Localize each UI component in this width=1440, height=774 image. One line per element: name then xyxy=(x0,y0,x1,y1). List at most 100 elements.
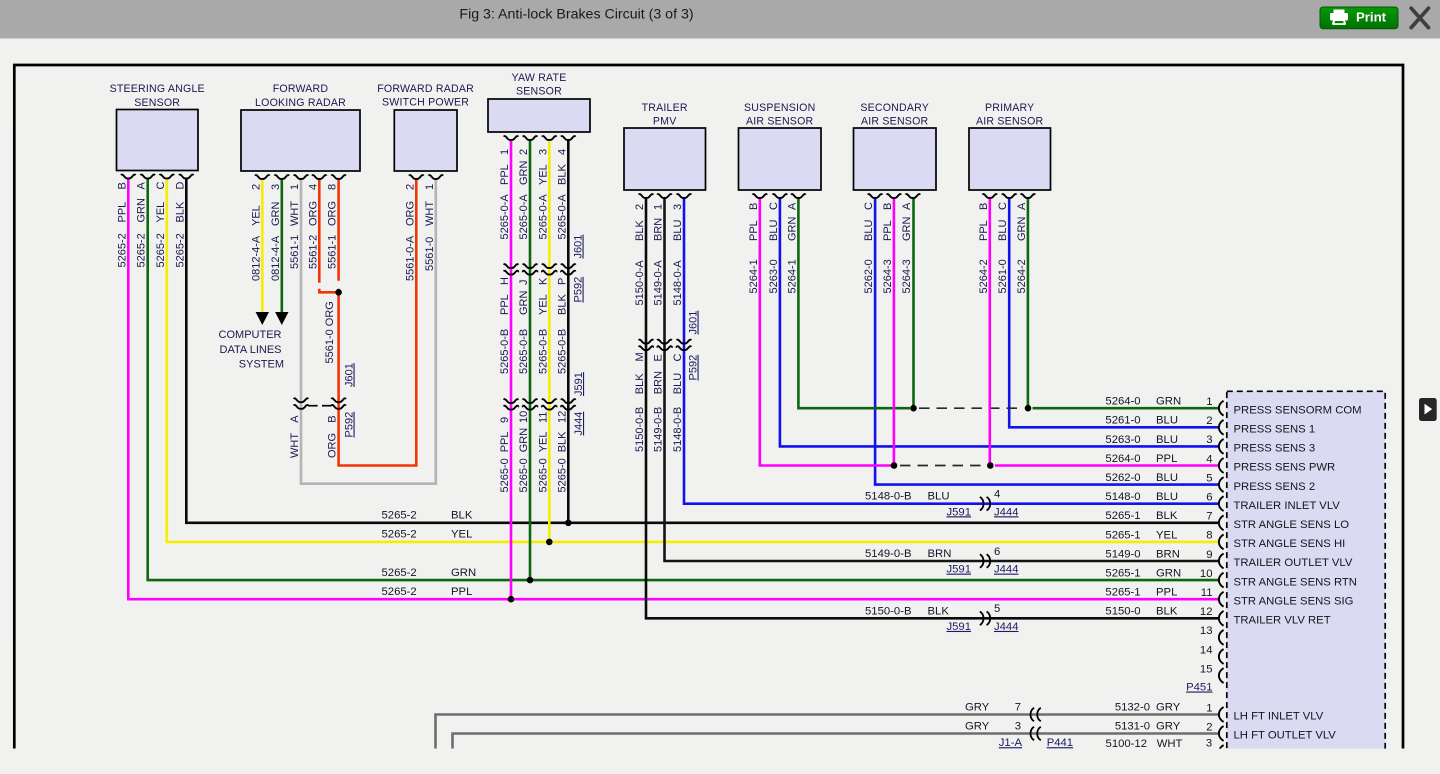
svg-text:P592: P592 xyxy=(573,277,585,303)
svg-text:LOOKING RADAR: LOOKING RADAR xyxy=(255,97,346,109)
svg-text:GRY: GRY xyxy=(1156,702,1181,714)
svg-text:12: 12 xyxy=(556,411,568,423)
svg-text:P592: P592 xyxy=(344,412,356,438)
svg-text:BRN: BRN xyxy=(928,548,952,560)
svg-text:E: E xyxy=(653,354,665,361)
svg-text:B: B xyxy=(978,203,990,210)
svg-text:YAW RATE: YAW RATE xyxy=(512,72,567,84)
svg-text:AIR SENSOR: AIR SENSOR xyxy=(976,116,1043,128)
svg-text:SWITCH POWER: SWITCH POWER xyxy=(382,97,469,109)
svg-text:WHT: WHT xyxy=(424,201,436,226)
svg-text:7: 7 xyxy=(1206,511,1212,523)
svg-text:J601: J601 xyxy=(344,363,356,387)
svg-text:BLK: BLK xyxy=(634,220,646,241)
svg-text:SYSTEM: SYSTEM xyxy=(239,359,284,371)
svg-text:GRN: GRN xyxy=(270,202,282,227)
svg-text:STR ANGLE SENS SIG: STR ANGLE SENS SIG xyxy=(1234,595,1354,607)
svg-text:BLK: BLK xyxy=(174,201,186,222)
svg-text:6: 6 xyxy=(994,546,1000,558)
svg-text:BLK: BLK xyxy=(1156,510,1178,522)
svg-text:J591: J591 xyxy=(947,564,972,576)
svg-text:5261-0: 5261-0 xyxy=(997,259,1009,293)
svg-text:GRN: GRN xyxy=(518,161,530,186)
svg-text:GRN: GRN xyxy=(1016,217,1028,242)
svg-text:PMV: PMV xyxy=(653,116,677,128)
svg-text:5264-1: 5264-1 xyxy=(748,259,760,293)
svg-text:GRN: GRN xyxy=(901,217,913,242)
svg-text:5265-0-B: 5265-0-B xyxy=(518,329,530,374)
svg-text:6: 6 xyxy=(1206,492,1212,504)
svg-text:5262-0: 5262-0 xyxy=(1105,472,1140,484)
svg-text:STR ANGLE SENS RTN: STR ANGLE SENS RTN xyxy=(1234,576,1357,588)
svg-text:5265-2: 5265-2 xyxy=(382,586,417,598)
svg-text:5265-2: 5265-2 xyxy=(382,529,417,541)
svg-text:5265-0-A: 5265-0-A xyxy=(537,194,549,240)
svg-text:11: 11 xyxy=(537,412,549,423)
svg-text:GRN: GRN xyxy=(1156,396,1181,408)
svg-text:C: C xyxy=(863,202,875,210)
svg-text:5263-0: 5263-0 xyxy=(1105,434,1140,446)
svg-text:5264-3: 5264-3 xyxy=(882,259,894,293)
svg-text:5132-0: 5132-0 xyxy=(1115,702,1150,714)
svg-text:P: P xyxy=(556,278,568,285)
svg-text:YEL: YEL xyxy=(451,529,472,541)
svg-text:DATA LINES: DATA LINES xyxy=(220,344,282,356)
svg-text:J444: J444 xyxy=(994,506,1019,518)
svg-text:1: 1 xyxy=(289,184,301,190)
svg-text:PPL: PPL xyxy=(499,294,511,315)
svg-text:Print: Print xyxy=(1356,10,1387,25)
svg-text:COMPUTER: COMPUTER xyxy=(219,329,282,341)
svg-text:1: 1 xyxy=(499,149,511,155)
svg-text:5561-0-A: 5561-0-A xyxy=(404,235,416,281)
svg-text:B: B xyxy=(882,203,894,210)
svg-text:J601: J601 xyxy=(688,311,700,335)
svg-text:P592: P592 xyxy=(688,355,700,381)
svg-text:5561-2: 5561-2 xyxy=(307,235,319,269)
svg-text:5261-0: 5261-0 xyxy=(1105,415,1140,427)
svg-text:B: B xyxy=(748,203,760,210)
svg-text:BLU: BLU xyxy=(672,373,684,394)
svg-text:J591: J591 xyxy=(947,621,972,633)
svg-text:5265-0-A: 5265-0-A xyxy=(499,194,511,240)
svg-text:12: 12 xyxy=(1200,606,1213,618)
svg-text:BLU: BLU xyxy=(1156,434,1178,446)
svg-text:4: 4 xyxy=(1206,453,1212,465)
svg-text:9: 9 xyxy=(1206,549,1212,561)
svg-text:8: 8 xyxy=(1206,530,1212,542)
svg-text:SUSPENSION: SUSPENSION xyxy=(744,102,815,114)
svg-text:5265-2: 5265-2 xyxy=(136,233,148,267)
svg-text:TRAILER OUTLET VLV: TRAILER OUTLET VLV xyxy=(1234,557,1353,569)
svg-text:5561-0 ORG: 5561-0 ORG xyxy=(324,301,336,363)
svg-text:PRESS SENS 1: PRESS SENS 1 xyxy=(1234,424,1316,436)
svg-text:5561-0: 5561-0 xyxy=(424,237,436,271)
svg-text:5265-0-B: 5265-0-B xyxy=(537,329,549,374)
svg-text:5561-1: 5561-1 xyxy=(327,235,339,269)
svg-text:WHT: WHT xyxy=(289,433,301,458)
svg-text:5265-0-B: 5265-0-B xyxy=(499,329,511,374)
svg-text:A: A xyxy=(1016,202,1028,210)
svg-text:1: 1 xyxy=(424,184,436,190)
svg-text:5: 5 xyxy=(994,603,1000,615)
svg-text:1: 1 xyxy=(653,204,665,210)
svg-text:YEL: YEL xyxy=(537,432,549,453)
svg-text:TRAILER INLET VLV: TRAILER INLET VLV xyxy=(1234,500,1341,512)
svg-text:P441: P441 xyxy=(1047,737,1073,749)
svg-text:5265-2: 5265-2 xyxy=(382,567,417,579)
svg-text:5264-0: 5264-0 xyxy=(1105,396,1140,408)
svg-text:YEL: YEL xyxy=(250,205,262,226)
svg-text:SECONDARY: SECONDARY xyxy=(860,102,929,114)
svg-text:5265-1: 5265-1 xyxy=(1105,568,1140,580)
svg-text:BLU: BLU xyxy=(928,491,950,503)
svg-text:5265-1: 5265-1 xyxy=(1105,587,1140,599)
svg-text:PPL: PPL xyxy=(1156,453,1177,465)
svg-text:YEL: YEL xyxy=(537,164,549,185)
svg-text:5148-0: 5148-0 xyxy=(1105,491,1140,503)
svg-text:B: B xyxy=(116,182,128,189)
svg-text:A: A xyxy=(901,202,913,210)
svg-text:5265-0-A: 5265-0-A xyxy=(556,194,568,240)
svg-text:BRN: BRN xyxy=(653,371,665,394)
svg-text:AIR SENSOR: AIR SENSOR xyxy=(861,116,928,128)
svg-text:C: C xyxy=(768,202,780,210)
svg-text:GRN: GRN xyxy=(451,567,476,579)
svg-text:3: 3 xyxy=(672,204,684,210)
